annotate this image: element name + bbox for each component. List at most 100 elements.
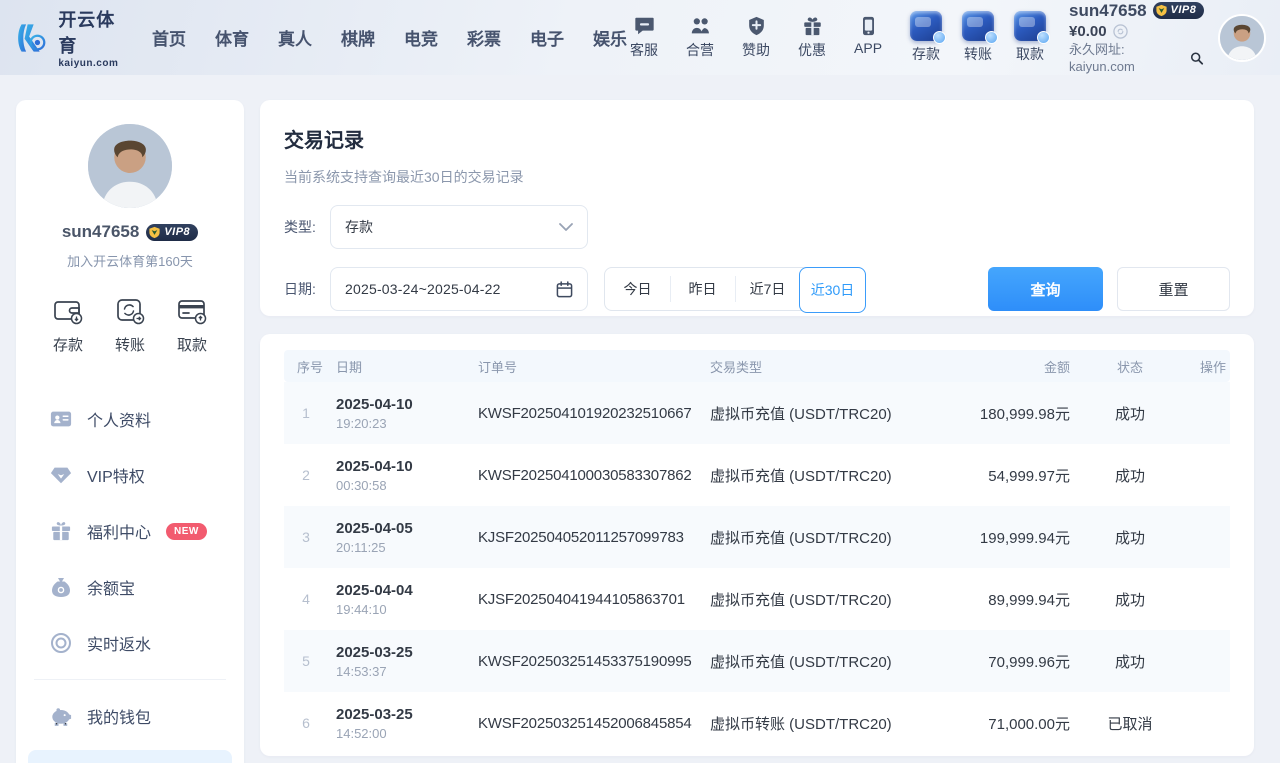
nav-cards[interactable]: 棋牌 xyxy=(341,25,375,50)
app-label: APP xyxy=(854,40,882,56)
reset-button[interactable]: 重置 xyxy=(1117,267,1230,311)
date-quick-ranges: 今日 昨日 近7日 近30日 xyxy=(604,267,866,311)
range-7days[interactable]: 近7日 xyxy=(735,268,800,310)
gift-icon xyxy=(50,521,72,541)
date-filter-row: 日期: 2025-03-24~2025-04-22 今日 昨日 近7日 近30日… xyxy=(284,267,1230,311)
row-seq: 5 xyxy=(284,653,328,669)
top-header: 开云体育 kaiyun.com 首页 体育 真人 棋牌 电竞 彩票 电子 娱乐 … xyxy=(0,0,1280,75)
refresh-balance-icon[interactable] xyxy=(1113,24,1128,39)
row-amount: 180,999.98元 xyxy=(902,403,1074,424)
chevron-down-icon xyxy=(559,223,573,232)
sidebar-item-welfare[interactable]: 福利中心 NEW xyxy=(16,503,244,559)
nav-home[interactable]: 首页 xyxy=(152,25,186,50)
date-range-value: 2025-03-24~2025-04-22 xyxy=(345,281,556,297)
type-filter-row: 类型: 存款 xyxy=(284,205,1230,249)
search-icon[interactable] xyxy=(1190,51,1204,66)
row-date: 2025-03-2514:52:00 xyxy=(328,706,470,741)
row-amount: 70,999.96元 xyxy=(902,651,1074,672)
withdraw-label: 取款 xyxy=(1016,44,1044,64)
brand-logo[interactable]: 开云体育 kaiyun.com xyxy=(14,6,124,69)
type-select[interactable]: 存款 xyxy=(330,205,588,249)
col-status: 状态 xyxy=(1074,357,1178,376)
new-badge: NEW xyxy=(166,523,207,540)
sidebar-item-label: 余额宝 xyxy=(87,575,135,599)
app-download-button[interactable]: APP xyxy=(851,15,885,60)
row-type: 虚拟币转账 (USDT/TRC20) xyxy=(702,713,902,734)
row-amount: 71,000.00元 xyxy=(902,713,1074,734)
header-quick-icons: 客服 合营 赞助 优惠 APP xyxy=(627,15,885,60)
people-icon xyxy=(689,15,712,37)
partnership-button[interactable]: 合营 xyxy=(683,15,717,60)
sidebar-item-rebate[interactable]: 实时返水 xyxy=(16,615,244,671)
vip-shield-icon xyxy=(1155,4,1168,17)
col-amount: 金额 xyxy=(902,357,1074,376)
header-wallet-actions: 存款 转账 取款 xyxy=(907,11,1049,64)
sidebar-deposit-button[interactable]: 存款 xyxy=(52,296,84,355)
deposit-button[interactable]: 存款 xyxy=(907,11,945,64)
col-seq: 序号 xyxy=(284,357,328,376)
type-label: 类型: xyxy=(284,217,330,237)
row-type: 虚拟币充值 (USDT/TRC20) xyxy=(702,403,902,424)
range-today[interactable]: 今日 xyxy=(605,268,670,310)
sidebar-item-wallet[interactable]: 我的钱包 xyxy=(16,688,244,744)
row-date: 2025-04-1019:20:23 xyxy=(328,396,470,431)
user-info-block: sun47658 VIP8 ¥0.00 永久网址: kaiyun.com xyxy=(1069,0,1204,75)
row-date: 2025-04-0419:44:10 xyxy=(328,582,470,617)
nav-live[interactable]: 真人 xyxy=(278,25,312,50)
sidebar-item-profile[interactable]: 个人资料 xyxy=(16,391,244,447)
type-select-value: 存款 xyxy=(345,217,559,237)
table-row: 5 2025-03-2514:53:37 KWSF202503251453375… xyxy=(284,630,1230,692)
row-date: 2025-03-2514:53:37 xyxy=(328,644,470,679)
nav-slots[interactable]: 电子 xyxy=(530,25,564,50)
range-yesterday[interactable]: 昨日 xyxy=(670,268,735,310)
transactions-table-card: 序号 日期 订单号 交易类型 金额 状态 操作 1 2025-04-1019:2… xyxy=(260,334,1254,756)
search-button[interactable]: 查询 xyxy=(988,267,1103,311)
nav-sports[interactable]: 体育 xyxy=(215,25,249,50)
exchange-icon xyxy=(114,296,146,326)
customer-service-button[interactable]: 客服 xyxy=(627,15,661,60)
vip-shield-icon xyxy=(148,226,161,239)
sidebar-avatar xyxy=(88,124,172,208)
row-order-no: KWSF202504101920232510667 xyxy=(470,405,702,422)
sidebar-item-label: 福利中心 xyxy=(87,519,151,543)
promotions-button[interactable]: 优惠 xyxy=(795,15,829,60)
sidebar-item-vip[interactable]: VIP特权 xyxy=(16,447,244,503)
sidebar-item-yuebao[interactable]: 余额宝 xyxy=(16,559,244,615)
badge-icon xyxy=(745,15,768,37)
sidebar-transfer-label: 转账 xyxy=(115,334,145,355)
sidebar-divider xyxy=(34,679,226,680)
col-date: 日期 xyxy=(328,357,470,376)
row-order-no: KJSF202504041944105863701 xyxy=(470,591,702,608)
sidebar-menu: 个人资料 VIP特权 福利中心 NEW 余额宝 实时返水 我的钱包 交易记录 xyxy=(16,391,244,763)
money-bag-icon xyxy=(50,577,72,598)
row-date: 2025-04-0520:11:25 xyxy=(328,520,470,555)
sidebar-item-transactions[interactable]: 交易记录 xyxy=(28,750,232,763)
row-status: 成功 xyxy=(1074,651,1178,672)
col-type: 交易类型 xyxy=(702,357,902,376)
phone-icon xyxy=(857,15,880,37)
nav-entertainment[interactable]: 娱乐 xyxy=(593,25,627,50)
withdraw-button[interactable]: 取款 xyxy=(1011,11,1049,64)
vip-badge: VIP8 xyxy=(1153,2,1205,19)
nav-lottery[interactable]: 彩票 xyxy=(467,25,501,50)
calendar-icon xyxy=(556,281,573,298)
sidebar-transfer-button[interactable]: 转账 xyxy=(114,296,146,355)
row-status: 成功 xyxy=(1074,465,1178,486)
date-range-input[interactable]: 2025-03-24~2025-04-22 xyxy=(330,267,588,311)
transfer-button[interactable]: 转账 xyxy=(959,11,997,64)
page-subtitle: 当前系统支持查询最近30日的交易记录 xyxy=(284,167,1230,187)
permanent-url: 永久网址: kaiyun.com xyxy=(1069,42,1185,75)
sidebar-avatar-photo xyxy=(88,124,172,208)
row-status: 成功 xyxy=(1074,403,1178,424)
wallet-icon xyxy=(52,296,84,326)
sponsor-button[interactable]: 赞助 xyxy=(739,15,773,60)
nav-esports[interactable]: 电竞 xyxy=(404,25,438,50)
sidebar-item-label: 实时返水 xyxy=(87,631,151,655)
user-avatar[interactable] xyxy=(1218,14,1266,62)
avatar-photo xyxy=(1220,16,1264,60)
table-row: 3 2025-04-0520:11:25 KJSF202504052011257… xyxy=(284,506,1230,568)
range-30days[interactable]: 近30日 xyxy=(799,267,866,313)
gift-icon xyxy=(801,15,824,37)
sidebar-withdraw-button[interactable]: 取款 xyxy=(176,296,208,355)
row-seq: 2 xyxy=(284,467,328,483)
